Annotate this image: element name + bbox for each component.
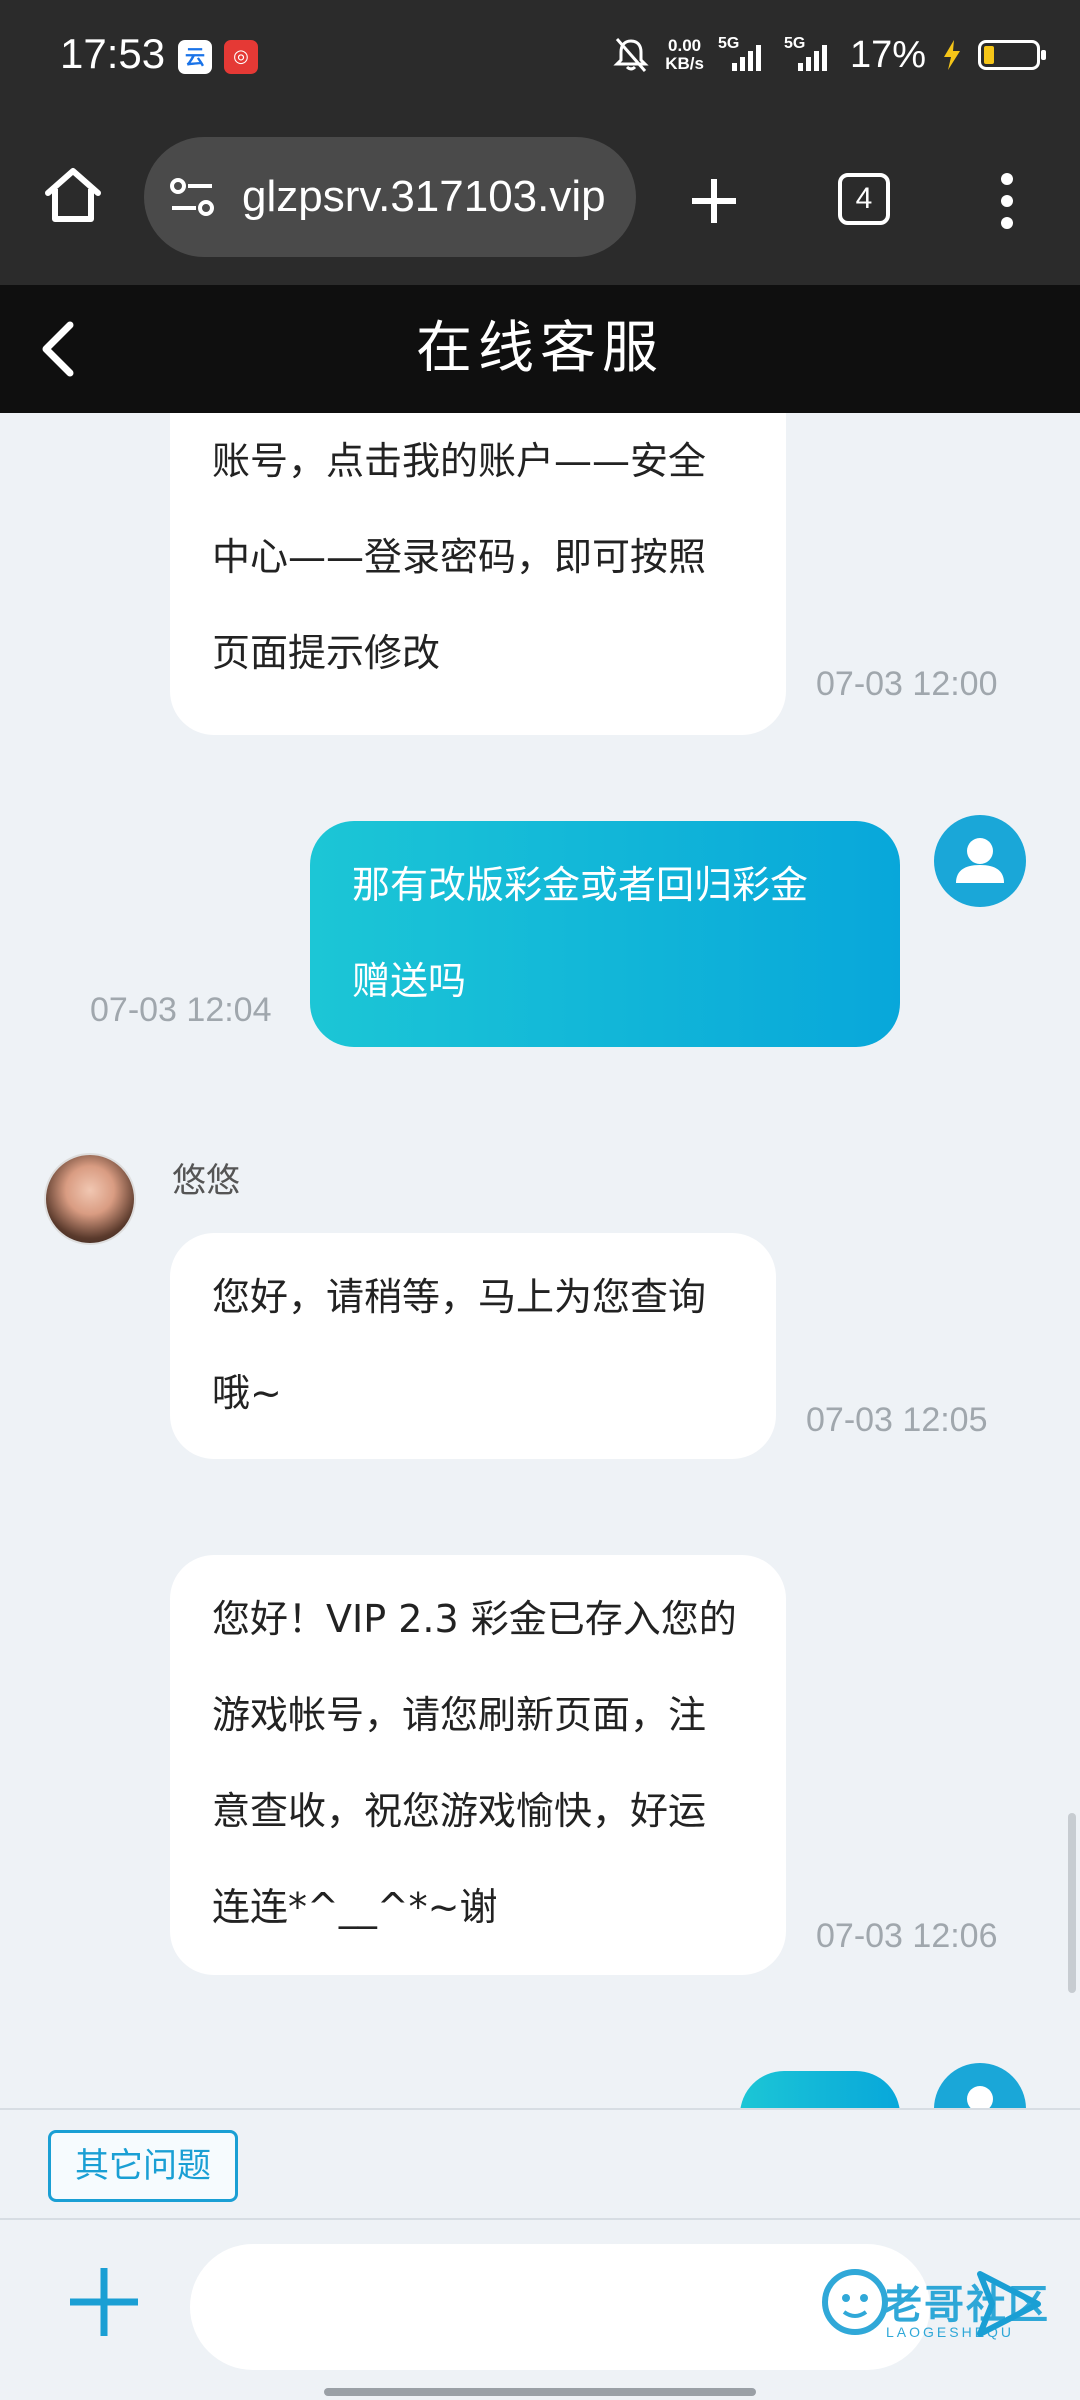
agent-message-bubble: 账号，点击我的账户——安全 中心——登录密码，即可按照 页面提示修改 <box>170 413 786 735</box>
user-message-bubble <box>740 2071 900 2108</box>
user-message-bubble: 那有改版彩金或者回归彩金 赠送吗 <box>310 821 900 1047</box>
message-line: 页面提示修改 <box>212 631 441 675</box>
message-line: 连连*^__^*~谢 <box>212 1885 498 1929</box>
network-speed: 0.00 KB/s <box>665 37 704 73</box>
agent-message-bubble: 您好！VIP 2.3 彩金已存入您的 游戏帐号，请您刷新页面，注 意查收，祝您游… <box>170 1555 786 1975</box>
other-questions-button[interactable]: 其它问题 <box>48 2130 238 2202</box>
message-line: 赠送吗 <box>352 959 467 1003</box>
status-bar: 17:53 云 ◎ 0.00 KB/s 5G 5G 17% <box>0 0 1080 115</box>
message-line: 那有改版彩金或者回归彩金 <box>352 863 809 907</box>
message-line: 哦~ <box>212 1371 282 1415</box>
message-timestamp: 07-03 12:05 <box>806 1401 988 1439</box>
new-tab-icon[interactable] <box>688 175 740 227</box>
message-timestamp: 07-03 12:06 <box>816 1917 998 1955</box>
agent-name: 悠悠 <box>172 1161 240 1201</box>
sim1-signal-icon: 5G <box>718 35 770 75</box>
home-indicator[interactable] <box>324 2388 756 2396</box>
network-speed-unit: KB/s <box>665 54 704 73</box>
watermark-mascot-icon <box>822 2269 888 2335</box>
browser-toolbar: glzpsrv.317103.vip 4 <box>0 115 1080 285</box>
message-input[interactable] <box>190 2244 930 2370</box>
page-header: 在线客服 <box>0 285 1080 413</box>
mute-icon <box>613 38 649 72</box>
message-line: 游戏帐号，请您刷新页面，注 <box>212 1693 707 1737</box>
home-icon[interactable] <box>40 163 106 229</box>
status-time: 17:53 <box>60 30 166 77</box>
watermark-text: 老哥社区 <box>882 2282 1050 2328</box>
chat-scrollbar[interactable] <box>1068 1813 1076 1993</box>
user-icon <box>956 838 1004 883</box>
message-line: 意查收，祝您游戏愉快，好运 <box>212 1789 707 1833</box>
message-line: 您好，请稍等，马上为您查询 <box>212 1275 707 1319</box>
more-menu-icon[interactable] <box>990 171 1024 231</box>
watermark-logo: 老哥社区 LAOGESHEQU <box>820 2262 1070 2362</box>
agent-avatar <box>44 1153 136 1245</box>
message-line: 账号，点击我的账户——安全 <box>212 439 707 483</box>
page-title: 在线客服 <box>416 316 664 381</box>
quick-questions-bar: 其它问题 <box>0 2108 1080 2218</box>
address-bar[interactable]: glzpsrv.317103.vip <box>144 137 636 257</box>
message-timestamp: 07-03 12:00 <box>816 665 998 703</box>
message-line: 您好！VIP 2.3 彩金已存入您的 <box>212 1597 737 1641</box>
sim2-signal-icon: 5G <box>784 35 836 75</box>
chat-message-list[interactable]: 账号，点击我的账户——安全 中心——登录密码，即可按照 页面提示修改 07-03… <box>0 413 1080 2108</box>
battery-percent: 17% <box>849 33 926 76</box>
user-icon <box>967 2086 993 2108</box>
network-speed-value: 0.00 <box>668 36 702 55</box>
user-avatar <box>934 2063 1026 2108</box>
app-notification-icon: 云 <box>178 40 212 74</box>
url-text[interactable]: glzpsrv.317103.vip <box>242 137 612 257</box>
bank-notification-icon: ◎ <box>224 40 258 74</box>
user-avatar <box>934 815 1026 907</box>
watermark-subtext: LAOGESHEQU <box>886 2324 1015 2340</box>
agent-message-bubble: 您好，请稍等，马上为您查询 哦~ <box>170 1233 776 1459</box>
add-attachment-icon[interactable] <box>62 2260 146 2344</box>
battery-icon <box>978 40 1046 70</box>
site-settings-icon[interactable] <box>168 175 216 219</box>
status-indicators: 0.00 KB/s 5G 5G 17% <box>611 30 1046 80</box>
charging-icon <box>944 40 960 70</box>
message-timestamp: 07-03 12:04 <box>90 991 272 1029</box>
tab-switcher-button[interactable]: 4 <box>838 173 890 225</box>
message-line: 中心——登录密码，即可按照 <box>212 535 707 579</box>
